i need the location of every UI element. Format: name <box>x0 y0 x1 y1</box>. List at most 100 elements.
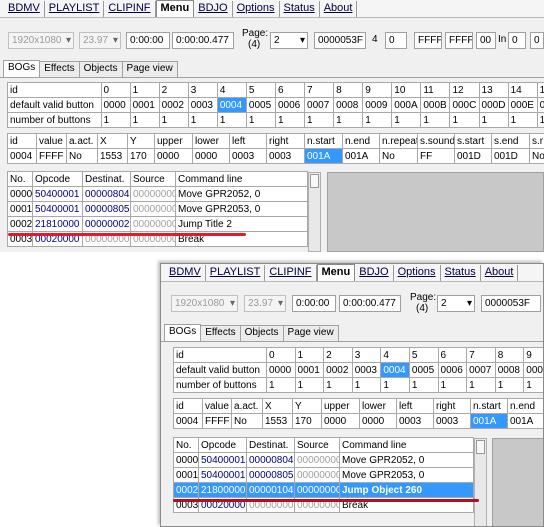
time-start-field[interactable]: 0:00:00 <box>126 32 170 49</box>
command-cell[interactable]: Move GPR2053, 0 <box>339 467 474 483</box>
bog-header-cell[interactable]: 8 <box>333 82 364 98</box>
command-cell[interactable]: 00000000 <box>294 482 340 498</box>
button-cell[interactable]: No <box>66 148 98 164</box>
button-cell[interactable]: 1553 <box>262 413 293 429</box>
bog-cell[interactable]: 0003 <box>351 362 382 378</box>
object-hex-field[interactable]: 0000053F <box>314 32 366 49</box>
command-cell[interactable]: 00000000 <box>130 216 176 232</box>
bog-header-cell[interactable]: 12 <box>449 82 480 98</box>
bog-cell[interactable]: 1 <box>245 112 276 128</box>
button-header-cell[interactable]: X <box>97 133 128 149</box>
scroll-thumb[interactable] <box>476 440 485 454</box>
command-row[interactable]: 0002 21810000 00000002 00000000 Jump Title 2 <box>7 216 308 232</box>
command-cell[interactable]: 50400001 <box>32 186 83 202</box>
bog-header-row[interactable]: id0123456789101112131415 <box>7 82 544 98</box>
bog-cell[interactable]: 1 <box>523 377 543 393</box>
button-cell[interactable]: 0003 <box>433 413 471 429</box>
tab-menu[interactable]: Menu <box>155 0 195 17</box>
button-cell[interactable]: 0003 <box>396 413 434 429</box>
tab-options[interactable]: Options <box>394 265 441 281</box>
command-cell[interactable]: 0000 <box>7 186 33 202</box>
bog-cell[interactable]: 0007 <box>466 362 496 378</box>
tab-clipinf[interactable]: CLIPINF <box>265 265 317 281</box>
bog-header-cell[interactable]: id <box>173 347 267 363</box>
command-cell[interactable]: 0002 <box>173 482 199 498</box>
bog-cell[interactable]: 1 <box>100 112 131 128</box>
command-header-cell[interactable]: Opcode <box>32 171 83 187</box>
button-header-cell[interactable]: n.start <box>470 398 508 414</box>
button-cell[interactable]: 0000 <box>321 413 360 429</box>
button-header-cell[interactable]: s.start <box>454 133 492 149</box>
bog-cell[interactable]: 1 <box>129 112 160 128</box>
command-scrollbar[interactable] <box>474 438 487 526</box>
bog-header-cell[interactable]: 4 <box>216 82 247 98</box>
bog-table[interactable]: id0123456789101112131415default valid bu… <box>7 82 544 128</box>
field-5[interactable]: FFFF <box>445 32 473 49</box>
button-cell[interactable]: 001D <box>491 148 530 164</box>
bog-header-cell[interactable]: 13 <box>478 82 509 98</box>
bog-header-cell[interactable]: 15 <box>536 82 544 98</box>
command-header-cell[interactable]: Destinat. <box>246 437 295 453</box>
button-header-cell[interactable]: upper <box>321 398 360 414</box>
button-header-cell[interactable]: n.end <box>342 133 380 149</box>
bog-header-cell[interactable]: 9 <box>362 82 393 98</box>
bog-row[interactable]: number of buttons 1 1 1 1 1 1 1 1 1 1 <box>173 377 543 393</box>
bog-cell[interactable]: 1 <box>408 377 439 393</box>
button-table[interactable]: id value a.act. X Yupper lower left right n.star… <box>173 398 543 429</box>
subtab-bogs[interactable]: BOGs <box>3 60 41 77</box>
command-cell[interactable]: 50400001 <box>198 467 247 483</box>
tab-bdmv[interactable]: BDMV <box>4 1 45 17</box>
button-header-cell[interactable]: n.end <box>507 398 543 414</box>
bog-header-cell[interactable]: 5 <box>408 347 439 363</box>
command-cell[interactable]: 00000000 <box>294 467 340 483</box>
button-cell[interactable]: FFFF <box>36 148 67 164</box>
bog-cell[interactable]: 1 <box>494 377 525 393</box>
command-header-cell[interactable]: No. <box>7 171 33 187</box>
bog-cell[interactable]: 0009 <box>523 362 543 378</box>
framerate-select[interactable]: 23.97 <box>244 295 286 312</box>
command-header-cell[interactable]: Destinat. <box>82 171 131 187</box>
tab-about[interactable]: About <box>320 1 358 17</box>
bog-cell[interactable]: 000D <box>478 97 509 113</box>
bog-header-cell[interactable]: 0 <box>100 82 131 98</box>
button-header-cell[interactable]: left <box>229 133 267 149</box>
command-cell[interactable]: Move GPR2052, 0 <box>175 186 308 202</box>
command-header-cell[interactable]: Command line <box>175 171 308 187</box>
bog-header-cell[interactable]: 3 <box>351 347 382 363</box>
bog-cell[interactable]: 1 <box>536 112 544 128</box>
bog-header-cell[interactable]: 1 <box>294 347 325 363</box>
bog-cell[interactable]: 1 <box>304 112 335 128</box>
bog-cell[interactable]: 1 <box>466 377 496 393</box>
subtab-bogs[interactable]: BOGs <box>164 324 202 341</box>
button-header-cell[interactable]: Y <box>292 398 322 414</box>
field-6[interactable]: 00 <box>476 32 496 49</box>
bog-cell[interactable]: 1 <box>380 377 410 393</box>
bog-cell[interactable]: 1 <box>362 112 393 128</box>
command-cell[interactable]: 00000804 <box>82 186 131 202</box>
bog-cell[interactable]: 000C <box>449 97 480 113</box>
button-cell[interactable]: FF <box>417 148 455 164</box>
command-row[interactable]: 0001 50400001 00000805 00000000 Move GPR2053… <box>7 201 308 217</box>
bog-header-cell[interactable]: 11 <box>420 82 451 98</box>
field-3[interactable]: 0 <box>385 32 407 49</box>
command-cell[interactable]: Move GPR2052, 0 <box>339 452 474 468</box>
scroll-thumb[interactable] <box>310 174 319 188</box>
button-header-cell[interactable]: s.end <box>491 133 530 149</box>
bog-cell[interactable]: 0000 <box>100 97 131 113</box>
bog-cell[interactable]: 1 <box>478 112 509 128</box>
subtab-objects[interactable]: Objects <box>239 325 284 341</box>
command-cell[interactable]: 00000000 <box>294 452 340 468</box>
command-cell[interactable]: 0001 <box>173 467 199 483</box>
button-cell[interactable]: 0000 <box>192 148 230 164</box>
tab-bdmv[interactable]: BDMV <box>165 265 206 281</box>
button-header-cell[interactable]: s.sound <box>417 133 455 149</box>
button-cell[interactable]: 001A <box>507 413 543 429</box>
command-cell[interactable]: 00000000 <box>130 201 176 217</box>
command-cell[interactable]: Jump Object 260 <box>339 482 474 498</box>
bog-cell[interactable]: 0006 <box>274 97 306 113</box>
field-2[interactable]: 4 <box>369 32 383 49</box>
tab-status[interactable]: Status <box>280 1 320 17</box>
tab-menu[interactable]: Menu <box>316 264 356 281</box>
command-row[interactable]: 0000 50400001 00000804 00000000 Move GPR2052… <box>173 452 474 468</box>
command-row[interactable]: 0002 21800000 00000104 00000000 Jump Object … <box>173 482 474 498</box>
